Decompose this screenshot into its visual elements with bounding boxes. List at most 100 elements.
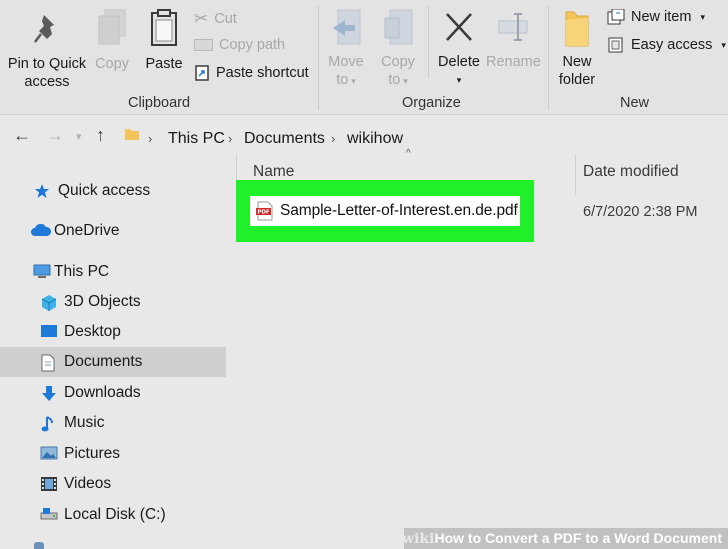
nav-item-videos[interactable]: Videos: [0, 469, 266, 499]
copy-button[interactable]: Copy: [90, 8, 134, 73]
folder-icon: [125, 129, 139, 140]
nav-label: Downloads: [64, 384, 141, 401]
video-icon: [40, 476, 58, 492]
nav-item-pictures[interactable]: Pictures: [0, 439, 266, 469]
clipboard-group-label: Clipboard: [128, 95, 191, 111]
cut-button[interactable]: ✂ Cut: [194, 9, 237, 29]
rename-button[interactable]: Rename: [486, 8, 541, 71]
desktop-icon: [40, 324, 58, 340]
breadcrumb-chevron-icon: ›: [331, 131, 336, 146]
recent-locations-chevron-icon[interactable]: ▾: [76, 130, 82, 143]
network-icon: [34, 542, 44, 549]
nav-item-quick-access[interactable]: Quick access: [0, 176, 260, 206]
paste-button[interactable]: Paste: [142, 8, 186, 73]
pin-label-line1: Pin to Quick: [7, 56, 87, 72]
copy-icon: [98, 9, 126, 45]
music-icon: [40, 415, 58, 432]
breadcrumb-documents[interactable]: Documents: [244, 130, 325, 148]
breadcrumb[interactable]: › This PC › Documents › wikihow: [122, 119, 728, 151]
nav-label: Documents: [64, 353, 143, 370]
column-separator[interactable]: [575, 155, 576, 195]
back-arrow-icon[interactable]: ←: [13, 125, 31, 146]
watermark: wikiHow to Convert a PDF to a Word Docum…: [402, 528, 728, 549]
delete-x-icon: [446, 13, 472, 41]
cut-label: Cut: [214, 11, 237, 27]
rename-label: Rename: [486, 54, 541, 70]
delete-button[interactable]: Delete ▾: [434, 8, 484, 89]
copy-path-button[interactable]: Copy path: [194, 37, 285, 53]
nav-label: Desktop: [64, 323, 121, 340]
svg-text:PDF: PDF: [257, 210, 270, 216]
navigation-pane: Quick access OneDrive This PC 3D Objects…: [0, 156, 226, 549]
new-group-label: New: [620, 95, 650, 111]
document-icon: [40, 354, 58, 372]
cloud-icon: [30, 223, 52, 239]
nav-label: Videos: [64, 475, 112, 492]
wikihow-logo: wiki: [402, 531, 435, 547]
copy-path-label: Copy path: [219, 37, 286, 53]
nav-item-downloads[interactable]: Downloads: [0, 378, 266, 408]
move-to-button[interactable]: Move to ▾: [322, 8, 370, 90]
new-item-icon: [607, 9, 625, 25]
rename-icon: [498, 13, 528, 41]
download-icon: [40, 385, 58, 401]
copy-to-label-line1: Copy: [381, 54, 415, 70]
move-to-label-line2: to ▾: [336, 72, 356, 88]
column-header-date-modified[interactable]: Date modified: [583, 163, 679, 181]
nav-item-this-pc[interactable]: This PC: [0, 257, 258, 287]
computer-icon: [32, 264, 52, 280]
breadcrumb-wikihow[interactable]: wikihow: [347, 130, 403, 148]
nav-label: Quick access: [58, 182, 151, 199]
file-date-modified: 6/7/2020 2:38 PM: [583, 204, 698, 220]
nav-label: Music: [64, 414, 105, 431]
picture-icon: [40, 446, 58, 462]
nav-item-local-disk[interactable]: Local Disk (C:): [0, 500, 266, 530]
easy-access-icon: [608, 37, 623, 53]
nav-item-3d-objects[interactable]: 3D Objects: [0, 287, 266, 317]
easy-access-label: Easy access: [631, 37, 713, 53]
forward-arrow-icon[interactable]: →: [46, 125, 64, 146]
disk-icon: [40, 507, 58, 523]
new-folder-label-line1: New: [562, 54, 592, 70]
move-to-icon: [333, 9, 361, 45]
file-row[interactable]: PDF Sample-Letter-of-Interest.en.de.pdf: [250, 196, 520, 226]
column-header-name[interactable]: Name: [253, 163, 294, 181]
organize-group-label: Organize: [402, 95, 461, 111]
ribbon-separator: [428, 6, 429, 78]
new-folder-button[interactable]: New folder: [553, 8, 601, 89]
nav-label: 3D Objects: [64, 293, 141, 310]
nav-label: Pictures: [64, 445, 120, 462]
nav-label: This PC: [54, 263, 110, 280]
folder-icon: [565, 11, 589, 47]
nav-label: OneDrive: [54, 222, 120, 239]
pdf-icon: PDF: [256, 201, 273, 221]
paste-shortcut-button[interactable]: Paste shortcut: [194, 64, 309, 82]
copy-to-label-line2: to ▾: [388, 72, 408, 88]
breadcrumb-this-pc[interactable]: This PC: [168, 130, 225, 148]
file-name[interactable]: Sample-Letter-of-Interest.en.de.pdf: [280, 202, 518, 220]
delete-dropdown-icon[interactable]: ▾: [434, 71, 484, 89]
pin-label-line2: access: [24, 74, 70, 90]
pin-to-quick-access-button[interactable]: Pin to Quick access: [4, 12, 90, 91]
nav-item-documents[interactable]: Documents: [0, 347, 226, 377]
star-icon: [34, 183, 52, 199]
copy-label: Copy: [95, 56, 129, 72]
delete-label: Delete: [438, 54, 480, 70]
new-item-label: New item: [631, 9, 692, 25]
nav-item-desktop[interactable]: Desktop: [0, 317, 266, 347]
nav-item-onedrive[interactable]: OneDrive: [0, 216, 256, 246]
paste-label: Paste: [145, 56, 183, 72]
sort-ascending-icon: ^: [406, 148, 411, 159]
copy-to-button[interactable]: Copy to ▾: [374, 8, 422, 90]
new-item-button[interactable]: New item ▾: [607, 9, 705, 25]
easy-access-button[interactable]: Easy access ▾: [607, 37, 726, 53]
nav-item-music[interactable]: Music: [0, 408, 266, 438]
move-to-label-line1: Move: [328, 54, 364, 70]
scissors-icon: ✂: [194, 9, 209, 28]
chevron-down-icon: ▾: [721, 39, 726, 50]
breadcrumb-chevron-icon: ›: [148, 131, 153, 146]
up-arrow-icon[interactable]: ↑: [96, 125, 105, 146]
address-bar-row: ← → ▾ ↑ › This PC › Documents › wikihow: [0, 115, 728, 155]
ribbon-separator: [318, 6, 319, 110]
pin-icon: [34, 15, 54, 43]
